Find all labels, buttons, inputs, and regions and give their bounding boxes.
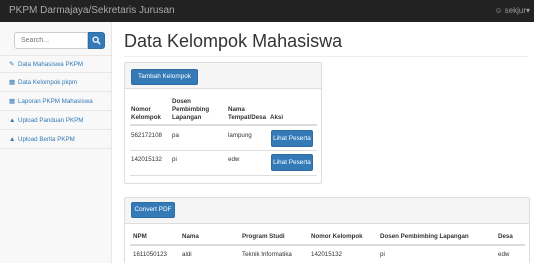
page-title: Data Kelompok Mahasiswa <box>124 31 343 51</box>
row-divider <box>130 175 317 176</box>
table-cell-nomor-kelompok: 142015132 <box>311 251 342 258</box>
column-header-nomor: Nomor Kelompok <box>131 106 161 121</box>
column-header-tempat: Nama Tempat/Desa <box>228 106 267 121</box>
title-divider <box>124 56 528 57</box>
user-menu[interactable]: ☺ sekjur▾ <box>494 6 530 15</box>
sidebar-item-label: Data Mahasiswa PKPM <box>18 61 83 68</box>
table-icon: ▦ <box>9 98 16 105</box>
sidebar-item-laporan[interactable]: ▦ Laporan PKPM Mahasiswa <box>0 93 111 111</box>
sidebar-item-upload-berita[interactable]: ▲ Upload Berita PKPM <box>0 131 111 149</box>
table-cell-desa: edw <box>498 251 510 258</box>
sidebar-item-data-kelompok[interactable]: ▦ Data Kelompok pkpm <box>0 74 111 92</box>
column-header-dosen: Dosen Pembimbing Lapangan <box>172 98 210 121</box>
lihat-peserta-button[interactable]: Lihat Peserta <box>271 130 313 147</box>
sidebar-item-label: Data Kelompok pkpm <box>18 79 78 86</box>
sidebar-search <box>14 32 105 49</box>
table-cell-dosen: pi <box>380 251 385 258</box>
user-name: sekjur <box>504 6 526 15</box>
search-button[interactable] <box>88 32 105 49</box>
column-header-prodi: Program Studi <box>242 233 285 240</box>
table-cell-tempat: lampung <box>228 132 252 139</box>
table-cell-nama: aldi <box>182 251 192 258</box>
convert-pdf-button[interactable]: Convert PDF <box>131 202 175 218</box>
peserta-panel: Convert PDF NPM Nama Program Studi Nomor… <box>124 197 530 263</box>
table-cell-nomor: 562172108 <box>131 132 162 139</box>
column-header-aksi: Aksi <box>270 114 284 121</box>
user-icon: ☺ <box>494 6 503 15</box>
upload-icon: ▲ <box>9 136 16 143</box>
kelompok-panel-heading: Tambah Kelompok <box>125 63 321 89</box>
tambah-kelompok-button[interactable]: Tambah Kelompok <box>131 69 198 85</box>
column-header-nomor-kelompok: Nomor Kelompok <box>311 233 363 240</box>
column-header-dosen: Dosen Pembimbing Lapangan <box>380 233 469 240</box>
search-icon <box>92 36 101 45</box>
peserta-panel-heading: Convert PDF <box>125 198 529 224</box>
sidebar-item-label: Upload Berita PKPM <box>18 136 75 143</box>
column-header-nama: Nama <box>182 233 199 240</box>
table-icon: ▦ <box>9 79 16 86</box>
table-cell-nomor: 142015132 <box>131 156 162 163</box>
sidebar: ✎Data Mahasiswa PKPM ▦Data Kelompok pkpm… <box>0 22 112 263</box>
sidebar-item-upload-panduan[interactable]: ▲ Upload Panduan PKPM <box>0 112 111 130</box>
row-divider <box>130 150 317 151</box>
brand-title[interactable]: PKPM Darmajaya/Sekretaris Jurusan <box>9 5 175 16</box>
header-divider <box>130 244 525 246</box>
column-header-npm: NPM <box>133 233 147 240</box>
header-divider <box>130 124 317 126</box>
sidebar-item-label: Laporan PKPM Mahasiswa <box>18 98 93 105</box>
lihat-peserta-button[interactable]: Lihat Peserta <box>271 154 313 171</box>
table-cell-tempat: edw <box>228 156 240 163</box>
top-navbar: PKPM Darmajaya/Sekretaris Jurusan ☺ sekju… <box>0 0 534 22</box>
table-cell-dosen: pi <box>172 156 177 163</box>
table-cell-prodi: Teknik Informatika <box>242 251 292 258</box>
search-input[interactable] <box>14 32 88 49</box>
table-cell-npm: 1611050123 <box>133 251 167 258</box>
sidebar-item-data-mahasiswa[interactable]: ✎ Data Mahasiswa PKPM <box>0 55 111 73</box>
edit-icon: ✎ <box>9 61 15 68</box>
upload-icon: ▲ <box>9 117 16 124</box>
column-header-desa: Desa <box>498 233 513 240</box>
sidebar-item-label: Upload Panduan PKPM <box>18 117 84 124</box>
table-cell-dosen: pa <box>172 132 179 139</box>
kelompok-panel: Tambah Kelompok Nomor Kelompok Dosen Pem… <box>124 62 322 184</box>
